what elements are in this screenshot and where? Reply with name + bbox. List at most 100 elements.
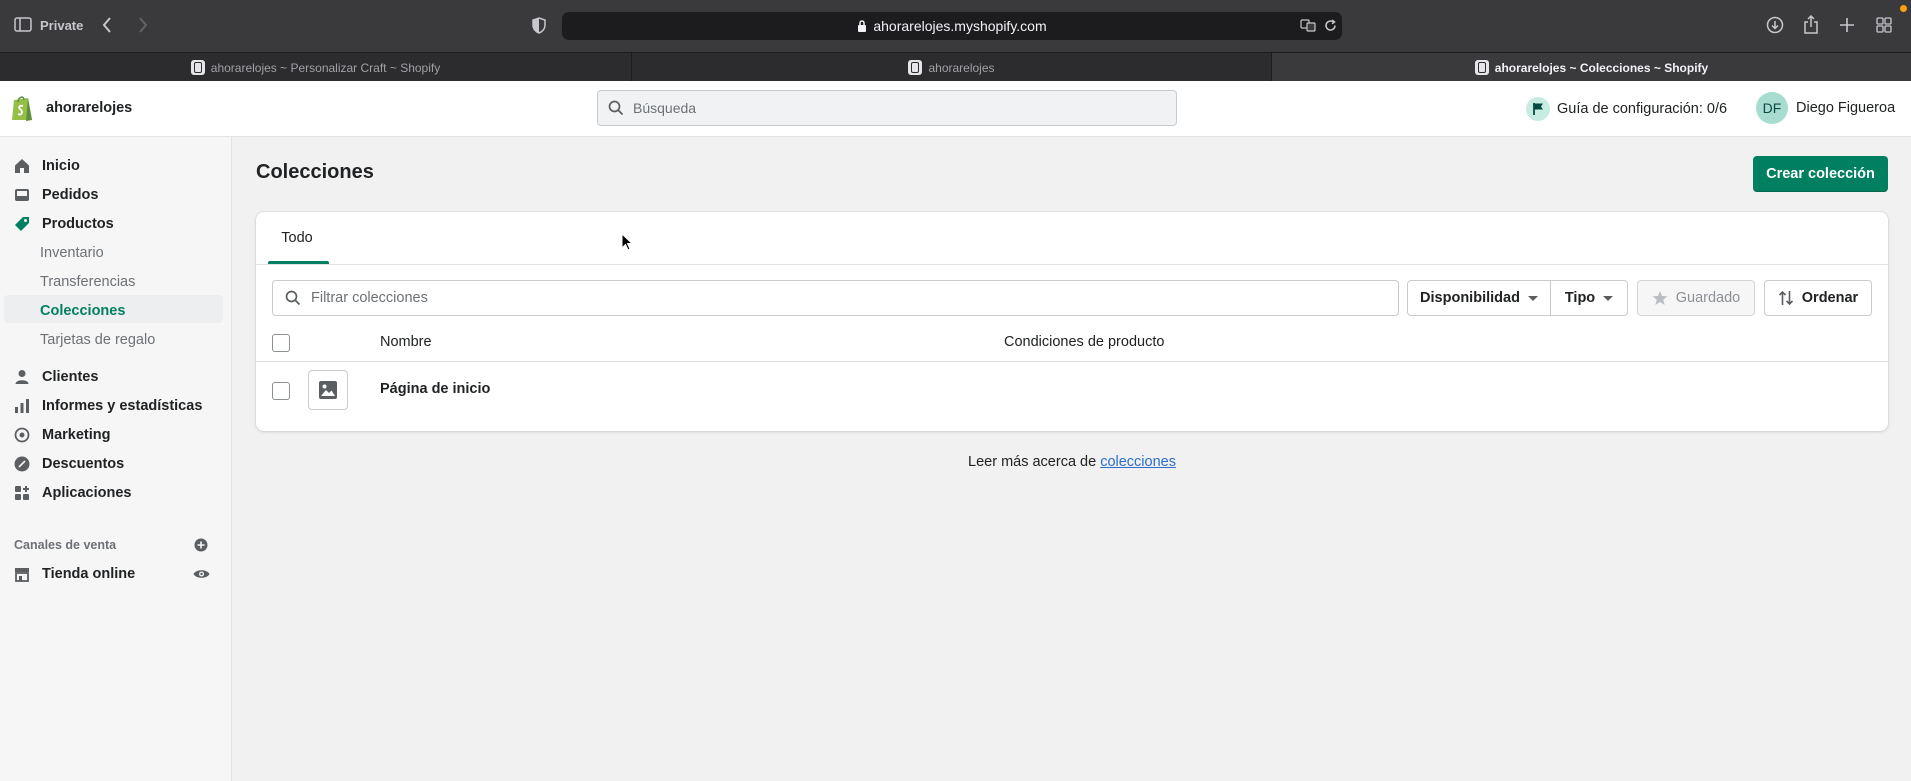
learn-more-text: Leer más acerca de — [968, 454, 1101, 470]
star-icon — [1652, 290, 1668, 306]
tab-title: ahorarelojes — [928, 60, 995, 75]
back-icon[interactable] — [102, 17, 112, 33]
flag-icon — [1526, 97, 1550, 121]
mouse-cursor-icon — [621, 233, 633, 251]
sidebar-nav: Inicio Pedidos Productos Inventario Tran… — [0, 137, 232, 781]
apps-icon — [14, 485, 30, 501]
button-label: Disponibilidad — [1420, 290, 1520, 306]
sidebar-item-productos[interactable]: Productos — [14, 211, 114, 237]
saved-button[interactable]: Guardado — [1637, 280, 1755, 316]
sidebar-item-transferencias[interactable]: Transferencias — [40, 269, 135, 295]
learn-more-footer: Leer más acerca de colecciones — [256, 454, 1888, 470]
user-name[interactable]: Diego Figueroa — [1796, 100, 1895, 116]
column-header-conditions: Condiciones de producto — [1004, 334, 1165, 350]
availability-filter-button[interactable]: Disponibilidad — [1407, 280, 1551, 316]
page-title: Colecciones — [256, 161, 374, 183]
browser-tab[interactable]: ahorarelojes — [632, 53, 1272, 82]
tab-overview-icon[interactable] — [1876, 17, 1892, 33]
url-text: ahorarelojes.myshopify.com — [873, 18, 1047, 34]
search-input[interactable]: Búsqueda — [597, 90, 1177, 126]
new-tab-icon[interactable] — [1840, 18, 1854, 32]
sidebar-item-aplicaciones[interactable]: Aplicaciones — [14, 480, 131, 506]
shopify-favicon-icon — [908, 60, 923, 75]
person-icon — [14, 369, 30, 385]
sidebar-item-inventario[interactable]: Inventario — [40, 240, 104, 266]
tab-todo[interactable]: Todo — [266, 212, 328, 264]
browser-tab-bar: ahorarelojes ~ Personalizar Craft ~ Shop… — [0, 52, 1911, 82]
sidebar-item-marketing[interactable]: Marketing — [14, 422, 111, 448]
filter-input[interactable]: Filtrar colecciones — [272, 280, 1399, 316]
collections-card: Todo Filtrar colecciones Disponibilidad … — [256, 212, 1888, 431]
notification-dot — [1900, 5, 1907, 12]
sidebar-item-label: Aplicaciones — [42, 485, 132, 501]
row-checkbox[interactable] — [272, 382, 290, 400]
search-icon — [608, 100, 624, 116]
caret-down-icon — [1603, 295, 1614, 301]
search-placeholder: Búsqueda — [633, 100, 697, 116]
private-label: Private — [40, 18, 84, 33]
button-label: Guardado — [1675, 290, 1741, 306]
sort-icon — [1778, 290, 1794, 306]
collection-thumbnail — [308, 370, 348, 410]
setup-guide-text: Guía de configuración: 0/6 — [1557, 101, 1728, 117]
avatar-initials: DF — [1762, 100, 1782, 116]
sidebar-item-colecciones[interactable]: Colecciones — [40, 298, 125, 324]
sidebar-item-pedidos[interactable]: Pedidos — [14, 182, 98, 208]
share-icon[interactable] — [1803, 15, 1819, 34]
browser-tab[interactable]: ahorarelojes ~ Personalizar Craft ~ Shop… — [0, 53, 632, 82]
avatar[interactable]: DF — [1756, 92, 1788, 124]
sidebar-item-tarjetas-de-regalo[interactable]: Tarjetas de regalo — [40, 327, 155, 353]
sidebar-item-descuentos[interactable]: Descuentos — [14, 451, 124, 477]
search-icon — [285, 290, 301, 306]
translate-icon[interactable] — [1300, 19, 1316, 32]
sidebar-item-label: Descuentos — [42, 456, 125, 472]
browser-tab-active[interactable]: ahorarelojes ~ Colecciones ~ Shopify — [1272, 53, 1911, 82]
store-icon — [14, 566, 30, 582]
column-header-name[interactable]: Nombre — [380, 334, 432, 350]
setup-guide-button[interactable]: Guía de configuración: 0/6 — [1526, 97, 1727, 121]
sidebar-item-label: Inicio — [42, 158, 80, 174]
sidebar-item-inicio[interactable]: Inicio — [14, 153, 80, 179]
eye-icon[interactable] — [193, 568, 210, 580]
browser-toolbar: Private ahorarelojes.myshopify.com — [0, 0, 1911, 52]
sort-button[interactable]: Ordenar — [1764, 280, 1872, 316]
add-channel-icon[interactable] — [194, 538, 208, 552]
store-name[interactable]: ahorarelojes — [46, 100, 132, 116]
tab-label: Todo — [281, 230, 313, 246]
tabs-divider — [256, 264, 1888, 265]
shield-icon[interactable] — [532, 17, 546, 34]
sidebar-item-label: Tienda online — [42, 566, 136, 582]
sidebar-item-tienda-online[interactable]: Tienda online — [14, 561, 135, 587]
button-label: Tipo — [1564, 290, 1596, 306]
tag-icon — [14, 216, 30, 232]
collection-name[interactable]: Página de inicio — [380, 381, 490, 397]
tab-title: ahorarelojes ~ Colecciones ~ Shopify — [1494, 60, 1709, 75]
type-filter-button[interactable]: Tipo — [1550, 280, 1628, 316]
sidebar-item-label: Pedidos — [42, 187, 99, 203]
forward-icon[interactable] — [138, 17, 148, 33]
collections-help-link[interactable]: colecciones — [1100, 454, 1176, 470]
create-collection-button[interactable]: Crear colección — [1753, 156, 1888, 192]
button-label: Ordenar — [1801, 290, 1859, 306]
discount-icon — [14, 456, 30, 472]
reload-icon[interactable] — [1324, 19, 1337, 32]
download-icon[interactable] — [1766, 16, 1784, 34]
caret-down-icon — [1527, 295, 1538, 301]
sales-channels-heading: Canales de venta — [14, 538, 117, 552]
address-bar[interactable]: ahorarelojes.myshopify.com — [562, 12, 1342, 40]
lock-icon — [857, 20, 867, 32]
tab-title: ahorarelojes ~ Personalizar Craft ~ Shop… — [210, 60, 441, 75]
sidebar-item-label: Clientes — [42, 369, 99, 385]
sidebar-item-clientes[interactable]: Clientes — [14, 364, 98, 390]
sidebar-item-label: Marketing — [42, 427, 111, 443]
image-placeholder-icon — [318, 380, 338, 400]
sidebar-item-label: Productos — [42, 216, 114, 232]
select-all-checkbox[interactable] — [272, 334, 290, 352]
sidebar-toggle-icon[interactable] — [14, 17, 32, 32]
shopify-logo-icon[interactable] — [10, 94, 34, 122]
table-row[interactable]: Página de inicio — [256, 362, 1888, 431]
home-icon — [14, 158, 30, 174]
sidebar-item-label: Informes y estadísticas — [42, 398, 203, 414]
orders-icon — [14, 187, 30, 203]
sidebar-item-informes[interactable]: Informes y estadísticas — [14, 393, 202, 419]
